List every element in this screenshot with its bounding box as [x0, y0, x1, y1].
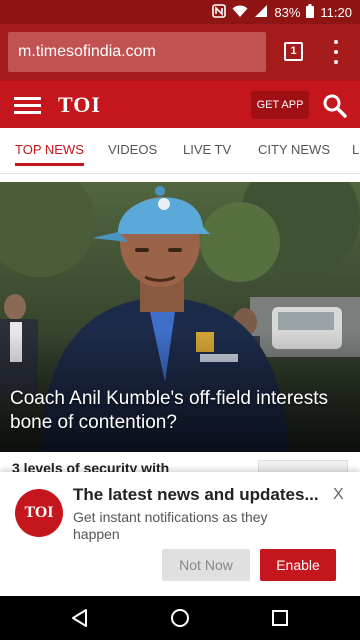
recents-square-icon[interactable] [270, 608, 290, 628]
hero-headline[interactable]: Coach Anil Kumble's off-field interests … [10, 387, 358, 435]
tab-videos[interactable]: VIDEOS [108, 128, 157, 173]
battery-percent: 83% [274, 4, 301, 20]
tab-partial[interactable]: L [352, 128, 359, 173]
notification-prompt: TOI The latest news and updates... X Get… [0, 472, 360, 596]
get-app-button[interactable]: GET APP [251, 91, 309, 119]
status-bar: 83% 11:20 [0, 0, 360, 24]
wifi-icon [232, 4, 248, 21]
system-nav-bar [0, 596, 360, 640]
nfc-icon [212, 3, 227, 21]
browser-toolbar: m.timesofindia.com 1 [0, 24, 360, 80]
tab-top-news[interactable]: TOP NEWS [15, 128, 84, 173]
hero-story[interactable]: Coach Anil Kumble's off-field interests … [0, 182, 360, 452]
back-triangle-icon[interactable] [70, 608, 90, 628]
prompt-title: The latest news and updates... [73, 485, 319, 504]
prompt-body: Get instant notifications as they happen [73, 509, 268, 542]
enable-button[interactable]: Enable [260, 549, 336, 581]
site-header: TOI GET APP [0, 80, 360, 128]
tab-live-tv[interactable]: LIVE TV [183, 128, 231, 173]
home-circle-icon[interactable] [170, 608, 190, 628]
clock: 11:20 [320, 4, 352, 20]
tab-switcher-button[interactable]: 1 [284, 42, 303, 61]
search-icon[interactable] [322, 93, 348, 119]
section-tabs: TOP NEWS VIDEOS LIVE TV CITY NEWS L [0, 128, 360, 174]
signal-icon [254, 4, 268, 21]
more-vert-icon[interactable] [330, 38, 342, 66]
url-field[interactable]: m.timesofindia.com [8, 32, 266, 72]
battery-icon [306, 3, 315, 21]
tab-city-news[interactable]: CITY NEWS [258, 128, 330, 173]
close-icon[interactable]: X [333, 486, 344, 504]
not-now-button[interactable]: Not Now [162, 549, 250, 581]
hamburger-icon[interactable] [14, 97, 41, 115]
toi-logo: TOI [15, 489, 63, 537]
site-logo[interactable]: TOI [58, 92, 101, 118]
